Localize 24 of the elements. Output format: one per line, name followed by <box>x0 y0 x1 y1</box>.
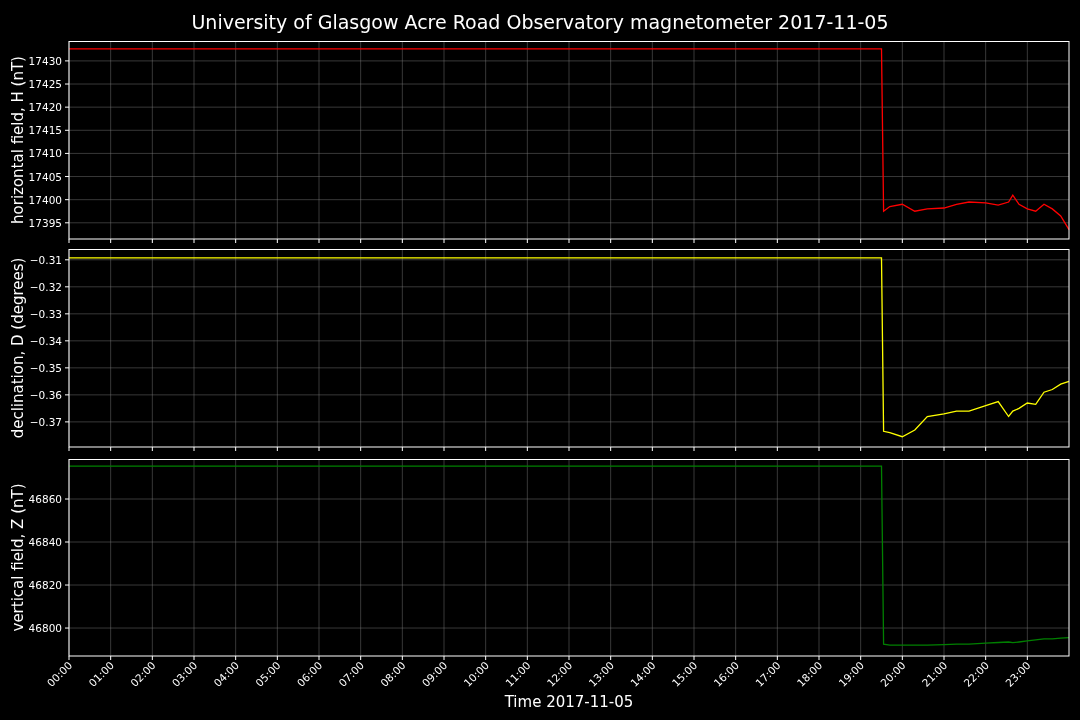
tick-label: −0.33 <box>29 307 62 320</box>
tick-label: 46840 <box>28 536 62 548</box>
figure-title: University of Glasgow Acre Road Observatory magnetometer 2017-11-05 <box>190 10 890 35</box>
y-axis-label: declination, D (degrees) <box>9 257 27 439</box>
tick-label: 17405 <box>28 170 62 183</box>
tick-label: −0.35 <box>29 361 62 374</box>
tick-label: 17400 <box>28 193 62 206</box>
tick-label: −0.31 <box>29 253 62 266</box>
tick-label: 46800 <box>28 622 62 635</box>
tick-label: 46860 <box>28 493 62 505</box>
x-axis-label: Time 2017-11-05 <box>504 693 634 711</box>
tick-label: −0.36 <box>29 388 62 401</box>
y-axis-label: horizontal field, H (nT) <box>9 56 27 224</box>
tick-label: −0.32 <box>29 280 62 293</box>
tick-label: 46820 <box>28 579 62 592</box>
tick-label: 17425 <box>28 78 62 90</box>
tick-label: 17430 <box>28 54 62 67</box>
tick-label: 17415 <box>28 124 62 137</box>
tick-label: 17410 <box>28 147 62 160</box>
tick-label: −0.34 <box>29 334 62 347</box>
tick-label: 17420 <box>28 101 62 114</box>
y-axis-label: vertical field, Z (nT) <box>9 483 27 632</box>
tick-label: −0.37 <box>29 415 62 428</box>
tick-label: 17395 <box>28 216 62 229</box>
